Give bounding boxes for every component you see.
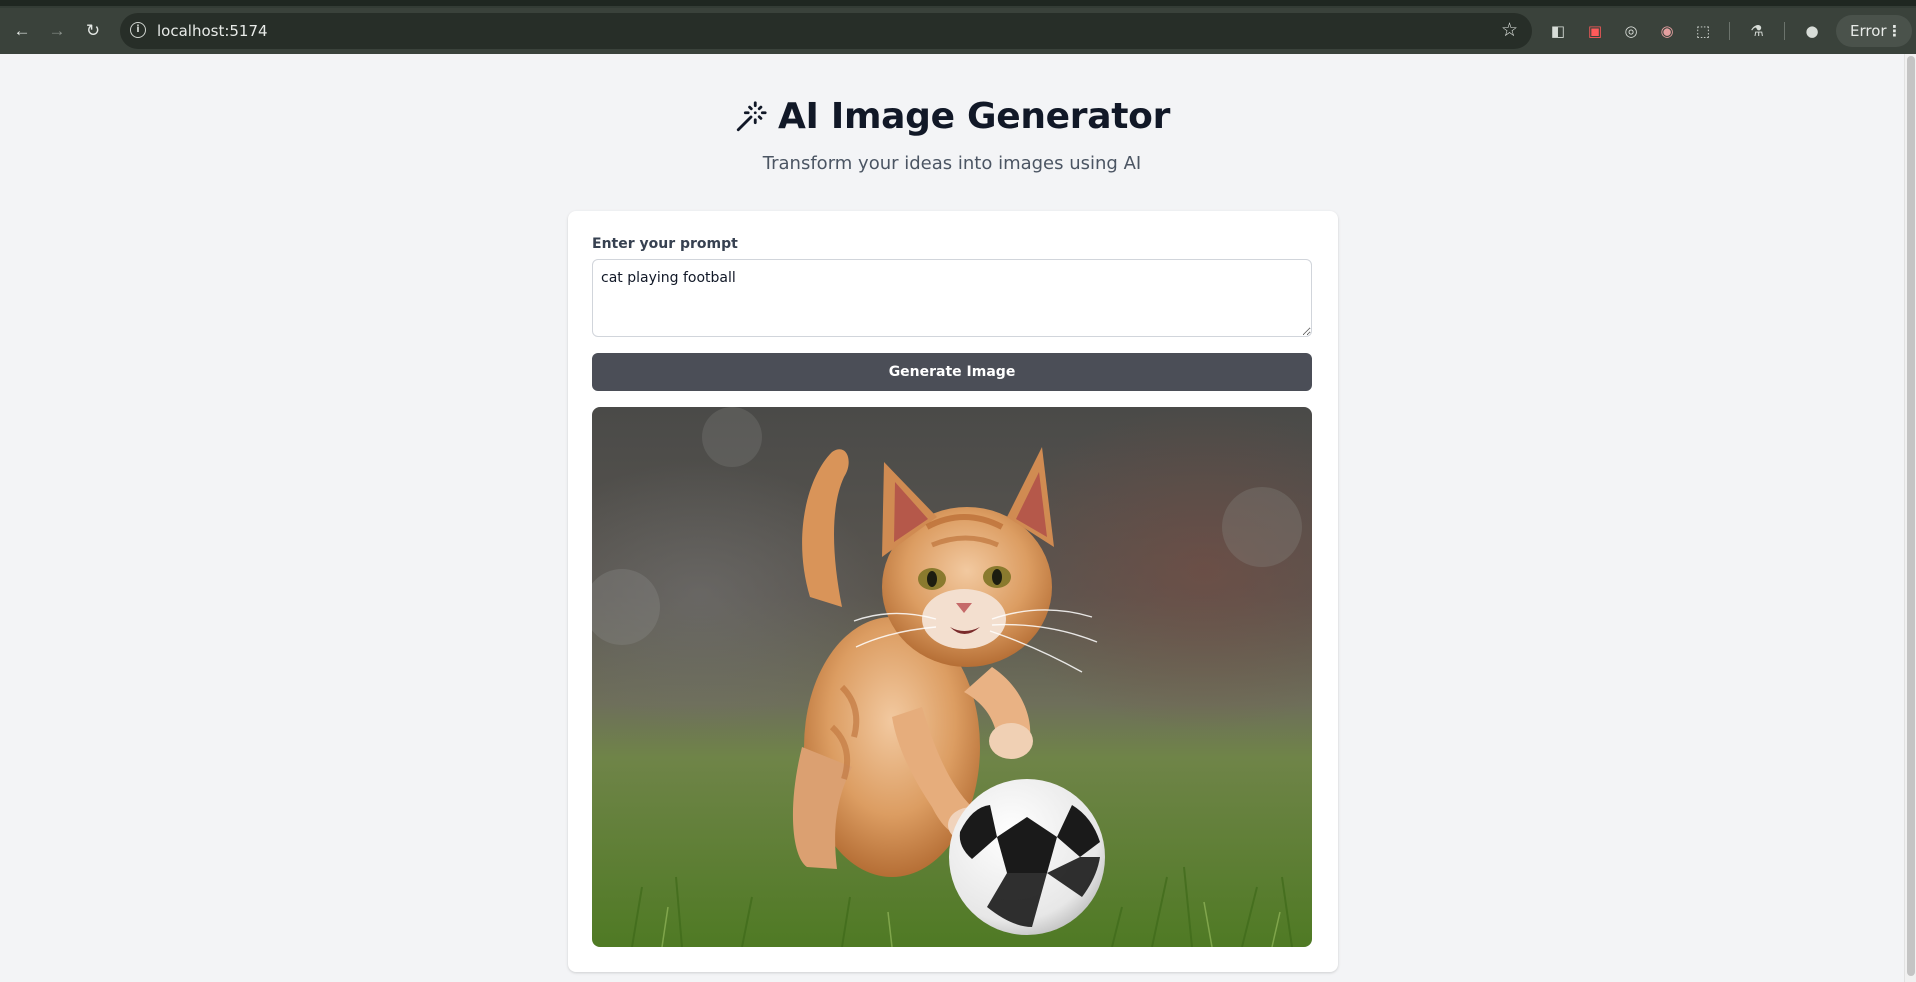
address-bar[interactable]: i localhost:5174 ☆ bbox=[120, 13, 1532, 49]
prompt-input[interactable] bbox=[592, 259, 1312, 337]
page-header: AI Image Generator Transform your ideas … bbox=[0, 96, 1904, 174]
labs-icon[interactable]: ⚗ bbox=[1747, 21, 1767, 41]
page-title: AI Image Generator bbox=[777, 96, 1171, 137]
reload-icon[interactable]: ↻ bbox=[82, 20, 104, 42]
scrollbar-thumb[interactable] bbox=[1907, 56, 1915, 976]
toolbar-separator bbox=[1784, 22, 1785, 40]
extension-icon-1[interactable]: ◧ bbox=[1548, 21, 1568, 41]
error-label: Error bbox=[1850, 22, 1887, 40]
generator-card: Enter your prompt Generate Image bbox=[568, 211, 1338, 972]
menu-icon[interactable]: ⋮ bbox=[1887, 15, 1902, 47]
page-subtitle: Transform your ideas into images using A… bbox=[762, 152, 1142, 174]
profile-error-button[interactable]: Error ⋮ bbox=[1836, 15, 1912, 47]
toolbar-separator bbox=[1729, 22, 1730, 40]
generate-image-button[interactable]: Generate Image bbox=[592, 353, 1312, 391]
extension-icon-2[interactable]: ▣ bbox=[1585, 21, 1605, 41]
extension-icon-3[interactable]: ◎ bbox=[1621, 21, 1641, 41]
page-scrollbar[interactable] bbox=[1904, 54, 1916, 982]
browser-toolbar: ← → ↻ i localhost:5174 ☆ ◧ ▣ ◎ ◉ ⬚ ⚗ ● E… bbox=[0, 8, 1916, 54]
magic-wand-icon bbox=[736, 100, 767, 131]
address-url[interactable]: localhost:5174 bbox=[157, 22, 268, 40]
generated-image-cat-football bbox=[592, 407, 1312, 947]
prompt-label: Enter your prompt bbox=[592, 236, 738, 252]
extension-icon-4[interactable]: ◉ bbox=[1657, 21, 1677, 41]
back-icon[interactable]: ← bbox=[11, 20, 33, 42]
generated-image bbox=[592, 407, 1312, 947]
profile-icon[interactable]: ● bbox=[1802, 21, 1822, 41]
site-info-icon[interactable]: i bbox=[130, 22, 146, 38]
soccer-ball-graphic bbox=[949, 779, 1105, 935]
forward-icon[interactable]: → bbox=[46, 20, 68, 42]
star-icon[interactable]: ☆ bbox=[1501, 19, 1518, 42]
extensions-icon[interactable]: ⬚ bbox=[1693, 21, 1713, 41]
